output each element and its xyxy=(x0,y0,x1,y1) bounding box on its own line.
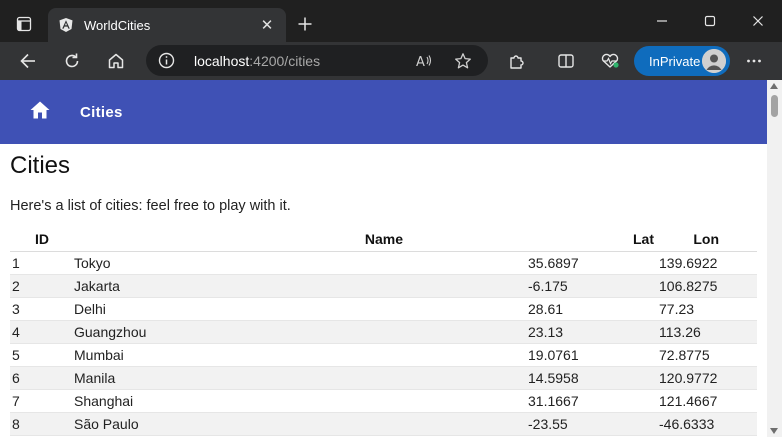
cell-name: Shanghai xyxy=(72,389,526,413)
cell-name: Guangzhou xyxy=(72,320,526,344)
address-bar[interactable]: localhost:4200/cities A xyxy=(146,45,488,76)
cell-lon: -46.6333 xyxy=(657,412,757,436)
window-close-icon[interactable] xyxy=(734,0,782,42)
maximize-icon[interactable] xyxy=(686,0,734,42)
cell-id: 3 xyxy=(10,297,72,321)
browser-toolbar: localhost:4200/cities A InPrivate xyxy=(0,42,782,80)
cell-name: São Paulo xyxy=(72,412,526,436)
page-title: Cities xyxy=(10,152,71,179)
browser-essentials-icon[interactable] xyxy=(596,48,624,74)
cell-lon: 113.26 xyxy=(657,320,757,344)
cell-lon: 106.8275 xyxy=(657,274,757,298)
cell-name: Mumbai xyxy=(72,343,526,367)
svg-text:A: A xyxy=(416,55,425,70)
table-row: 2 Jakarta -6.175 106.8275 xyxy=(10,274,757,298)
puzzle-icon[interactable] xyxy=(503,48,531,74)
tab-actions-icon[interactable] xyxy=(8,10,40,38)
scroll-down-icon[interactable] xyxy=(770,428,778,434)
app-toolbar: Cities xyxy=(0,80,767,144)
more-icon[interactable] xyxy=(740,48,768,74)
split-screen-icon[interactable] xyxy=(552,48,580,74)
table-header-row: ID Name Lat Lon xyxy=(10,228,757,252)
cities-table: ID Name Lat Lon 1 Tokyo 35.6897 139.6922… xyxy=(10,228,757,436)
column-header-id[interactable]: ID xyxy=(10,228,72,252)
column-header-lat[interactable]: Lat xyxy=(526,228,657,252)
table-row: 8 São Paulo -23.55 -46.6333 xyxy=(10,412,757,436)
table-row: 7 Shanghai 31.1667 121.4667 xyxy=(10,389,757,413)
cell-lon: 121.4667 xyxy=(657,389,757,413)
cell-lat: -6.175 xyxy=(526,274,657,298)
cell-lat: 19.0761 xyxy=(526,343,657,367)
cell-id: 5 xyxy=(10,343,72,367)
cell-id: 1 xyxy=(10,251,72,275)
vertical-scrollbar[interactable] xyxy=(767,80,782,437)
star-icon[interactable] xyxy=(453,51,473,71)
url-text: localhost:4200/cities xyxy=(194,53,321,69)
inprivate-label: InPrivate xyxy=(649,53,701,69)
intro-text: Here's a list of cities: feel free to pl… xyxy=(10,198,291,214)
tab-title: WorldCities xyxy=(84,17,151,33)
minimize-icon[interactable] xyxy=(638,0,686,42)
cell-id: 6 xyxy=(10,366,72,390)
avatar xyxy=(702,49,726,73)
cell-name: Jakarta xyxy=(72,274,526,298)
table-row: 1 Tokyo 35.6897 139.6922 xyxy=(10,251,757,275)
cell-lat: 23.13 xyxy=(526,320,657,344)
back-arrow-icon[interactable] xyxy=(14,48,42,74)
cell-name: Manila xyxy=(72,366,526,390)
info-icon[interactable] xyxy=(158,52,175,69)
home-button[interactable] xyxy=(20,92,60,132)
window-controls xyxy=(638,0,782,42)
cell-lat: 14.5958 xyxy=(526,366,657,390)
home-icon[interactable] xyxy=(102,48,130,74)
cell-name: Delhi xyxy=(72,297,526,321)
browser-tab[interactable]: WorldCities ✕ xyxy=(48,8,286,42)
cell-lon: 139.6922 xyxy=(657,251,757,275)
cell-id: 2 xyxy=(10,274,72,298)
cell-lon: 72.8775 xyxy=(657,343,757,367)
scrollbar-thumb[interactable] xyxy=(771,95,778,117)
angular-icon xyxy=(58,17,74,33)
read-aloud-icon[interactable]: A xyxy=(414,51,434,71)
cell-lon: 77.23 xyxy=(657,297,757,321)
column-header-name[interactable]: Name xyxy=(72,228,526,252)
title-bar: WorldCities ✕ xyxy=(0,0,782,42)
cell-id: 7 xyxy=(10,389,72,413)
cell-lat: 28.61 xyxy=(526,297,657,321)
home-icon xyxy=(29,100,51,125)
cell-lat: 35.6897 xyxy=(526,251,657,275)
column-header-lon[interactable]: Lon xyxy=(657,228,757,252)
close-icon[interactable]: ✕ xyxy=(258,16,276,34)
cell-lat: 31.1667 xyxy=(526,389,657,413)
scroll-up-icon[interactable] xyxy=(770,83,778,89)
inprivate-button[interactable]: InPrivate xyxy=(634,46,730,76)
table-row: 6 Manila 14.5958 120.9772 xyxy=(10,366,757,390)
table-row: 4 Guangzhou 23.13 113.26 xyxy=(10,320,757,344)
cell-lon: 120.9772 xyxy=(657,366,757,390)
cell-name: Tokyo xyxy=(72,251,526,275)
nav-link-cities[interactable]: Cities xyxy=(80,104,123,121)
cell-id: 4 xyxy=(10,320,72,344)
plus-icon[interactable] xyxy=(292,11,318,37)
refresh-icon[interactable] xyxy=(58,48,86,74)
table-row: 3 Delhi 28.61 77.23 xyxy=(10,297,757,321)
cell-lat: -23.55 xyxy=(526,412,657,436)
cell-id: 8 xyxy=(10,412,72,436)
table-row: 5 Mumbai 19.0761 72.8775 xyxy=(10,343,757,367)
page-viewport: Cities Cities Here's a list of cities: f… xyxy=(0,80,767,437)
